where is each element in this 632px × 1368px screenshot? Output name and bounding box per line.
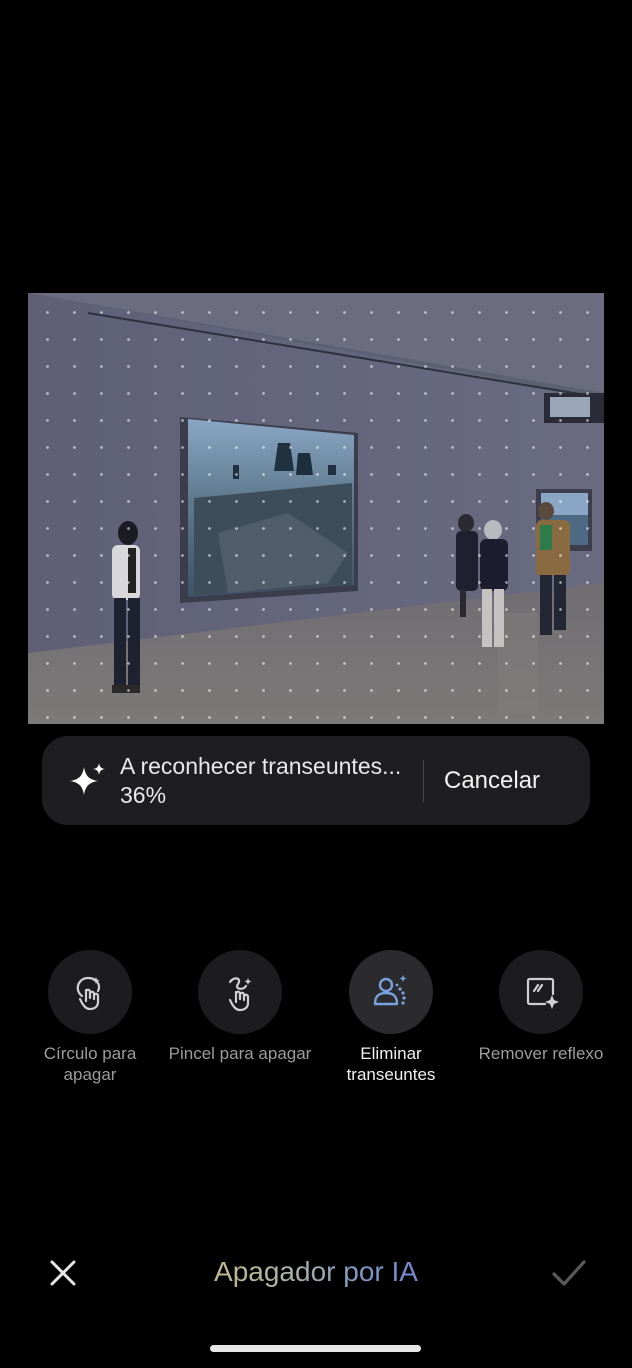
progress-status-text: A reconhecer transeuntes... 36% bbox=[120, 752, 402, 808]
check-icon bbox=[552, 1260, 586, 1286]
tool-label-brush-erase: Pincel para apagar bbox=[168, 1044, 312, 1063]
confirm-button[interactable] bbox=[548, 1254, 590, 1292]
gallery-photo bbox=[28, 293, 604, 724]
cancel-button[interactable]: Cancelar bbox=[444, 767, 540, 795]
tool-circle-erase[interactable]: Círculo para apagar bbox=[15, 950, 165, 1085]
tool-remove-reflection-button[interactable] bbox=[499, 950, 583, 1034]
tool-circle-erase-button[interactable] bbox=[48, 950, 132, 1034]
home-indicator[interactable] bbox=[210, 1345, 421, 1352]
tool-label-circle-erase: Círculo para apagar bbox=[43, 1044, 137, 1084]
tool-label-remove-reflection: Remover reflexo bbox=[478, 1044, 604, 1063]
remove-passersby-icon bbox=[373, 975, 407, 1006]
close-icon bbox=[50, 1260, 76, 1286]
tool-remove-passersby[interactable]: Eliminar transeuntes bbox=[316, 950, 466, 1085]
ai-sparkle-icon bbox=[70, 762, 105, 795]
remove-reflection-icon bbox=[526, 977, 559, 1009]
tool-remove-reflection[interactable]: Remover reflexo bbox=[466, 950, 616, 1064]
tool-label-remove-passersby: Eliminar transeuntes bbox=[346, 1044, 436, 1084]
tool-brush-erase[interactable]: Pincel para apagar bbox=[165, 950, 315, 1064]
editor-title: Apagador por IA bbox=[196, 1256, 436, 1288]
brush-erase-icon bbox=[228, 977, 252, 1012]
circle-erase-icon bbox=[76, 976, 101, 1011]
pill-divider bbox=[423, 759, 424, 802]
close-button[interactable] bbox=[44, 1254, 82, 1292]
tool-brush-erase-button[interactable] bbox=[198, 950, 282, 1034]
progress-pill: A reconhecer transeuntes... 36% Cancelar bbox=[42, 736, 590, 825]
photo-preview[interactable] bbox=[28, 293, 604, 724]
tool-remove-passersby-button[interactable] bbox=[349, 950, 433, 1034]
